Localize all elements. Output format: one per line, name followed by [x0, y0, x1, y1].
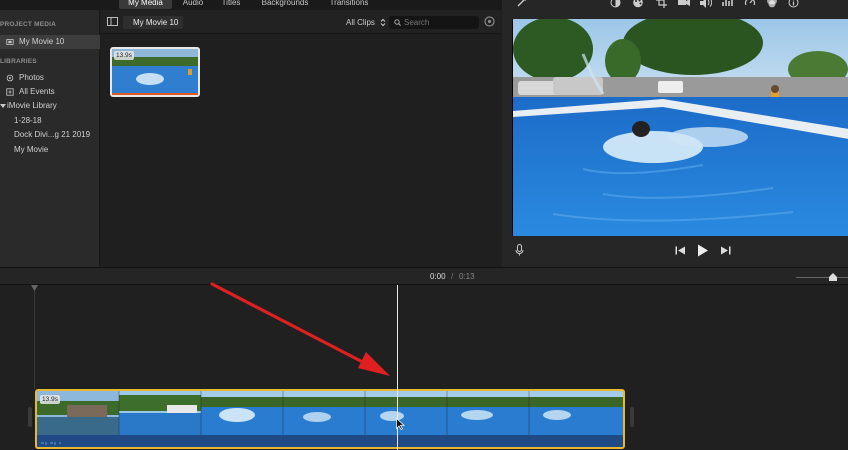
sidebar-item-event-1-28-18[interactable]: 1-28-18	[0, 114, 100, 128]
tab-my-media[interactable]: My Media	[119, 0, 172, 9]
libraries-header: LIBRARIES	[0, 58, 37, 65]
zoom-slider-knob[interactable]	[829, 273, 837, 281]
red-arrow-annotation	[210, 282, 390, 376]
up-down-chevron-icon	[380, 18, 386, 27]
skip-forward-icon[interactable]	[721, 246, 731, 255]
clip-left-handle[interactable]	[28, 407, 32, 427]
sidebar-item-label: 1-28-18	[14, 116, 42, 125]
imovie-window: { "tabs":[{"label":"My Media","active":t…	[0, 0, 848, 450]
media-clip-thumbnail[interactable]: 13.9s	[110, 47, 200, 97]
search-placeholder: Search	[404, 18, 430, 27]
preview-frame-image	[513, 19, 848, 236]
search-icon	[394, 19, 401, 26]
video-preview	[512, 19, 848, 236]
libraries-sidebar: PROJECT MEDIA My Movie 10 LIBRARIES Phot…	[0, 10, 100, 267]
media-tab-bar: My Media Audio Titles Backgrounds Transi…	[0, 0, 502, 10]
info-icon[interactable]	[788, 0, 799, 8]
tab-backgrounds[interactable]: Backgrounds	[254, 0, 316, 9]
media-browser: 13.9s	[101, 34, 501, 267]
stabilization-icon[interactable]	[678, 0, 690, 8]
photos-icon	[6, 74, 14, 82]
clip-duration-badge: 13.9s	[40, 395, 60, 404]
search-field[interactable]: Search	[389, 16, 479, 29]
skip-back-icon[interactable]	[675, 246, 685, 255]
clip-filmstrip	[37, 391, 623, 447]
tab-transitions[interactable]: Transitions	[322, 0, 376, 9]
start-marker-icon	[31, 285, 38, 291]
sidebar-item-label: My Movie	[14, 145, 49, 154]
clip-filter-icon[interactable]	[766, 0, 778, 8]
sidebar-item-label: Dock Divi...g 21 2019	[14, 130, 91, 139]
time-separator: /	[451, 272, 454, 281]
sidebar-item-label: Photos	[19, 73, 44, 82]
magic-wand-icon[interactable]	[516, 0, 527, 8]
play-icon[interactable]	[697, 244, 709, 257]
adjustment-toolbar	[502, 0, 848, 10]
speed-icon[interactable]	[744, 0, 756, 8]
color-correction-icon[interactable]	[632, 0, 644, 8]
film-icon	[6, 39, 14, 45]
clip-right-handle[interactable]	[630, 407, 634, 427]
all-events-icon	[6, 88, 14, 96]
current-time: 0:00	[430, 272, 446, 281]
color-balance-icon[interactable]	[610, 0, 621, 8]
sidebar-item-label: iMovie Library	[7, 101, 57, 110]
gear-icon[interactable]	[484, 16, 495, 27]
project-title: My Movie 10	[133, 18, 179, 27]
disclosure-triangle-icon[interactable]	[0, 103, 6, 109]
mouse-cursor-icon	[396, 418, 405, 430]
microphone-icon[interactable]	[515, 244, 524, 256]
timeline-time-bar: 0:00 / 0:13	[0, 267, 848, 285]
tab-audio[interactable]: Audio	[176, 0, 210, 9]
used-clip-bar	[112, 93, 198, 95]
clip-duration-badge: 13.9s	[114, 51, 134, 60]
sidebar-item-all-events[interactable]: All Events	[0, 85, 100, 99]
sidebar-item-event-dock-diving[interactable]: Dock Divi...g 21 2019	[0, 128, 100, 142]
noise-reduction-icon[interactable]	[722, 0, 734, 8]
tab-titles[interactable]: Titles	[214, 0, 248, 9]
volume-icon[interactable]	[700, 0, 712, 8]
project-media-header: PROJECT MEDIA	[0, 21, 57, 28]
sidebar-item-my-movie[interactable]: My Movie	[0, 143, 100, 157]
sidebar-item-label: My Movie 10	[19, 37, 65, 46]
sidebar-toggle-icon[interactable]	[107, 17, 118, 26]
sidebar-item-my-movie-10[interactable]: My Movie 10	[0, 35, 100, 49]
total-time: 0:13	[459, 272, 475, 281]
sidebar-item-label: All Events	[19, 87, 55, 96]
sidebar-item-photos[interactable]: Photos	[0, 71, 100, 85]
sidebar-item-imovie-library[interactable]: iMovie Library	[0, 99, 100, 113]
all-clips-filter[interactable]: All Clips	[346, 18, 375, 27]
zoom-slider-track[interactable]	[796, 277, 848, 278]
timeline-clip[interactable]: 13.9s	[35, 389, 625, 449]
crop-icon[interactable]	[656, 0, 667, 8]
timeline-start-marker	[34, 289, 35, 389]
